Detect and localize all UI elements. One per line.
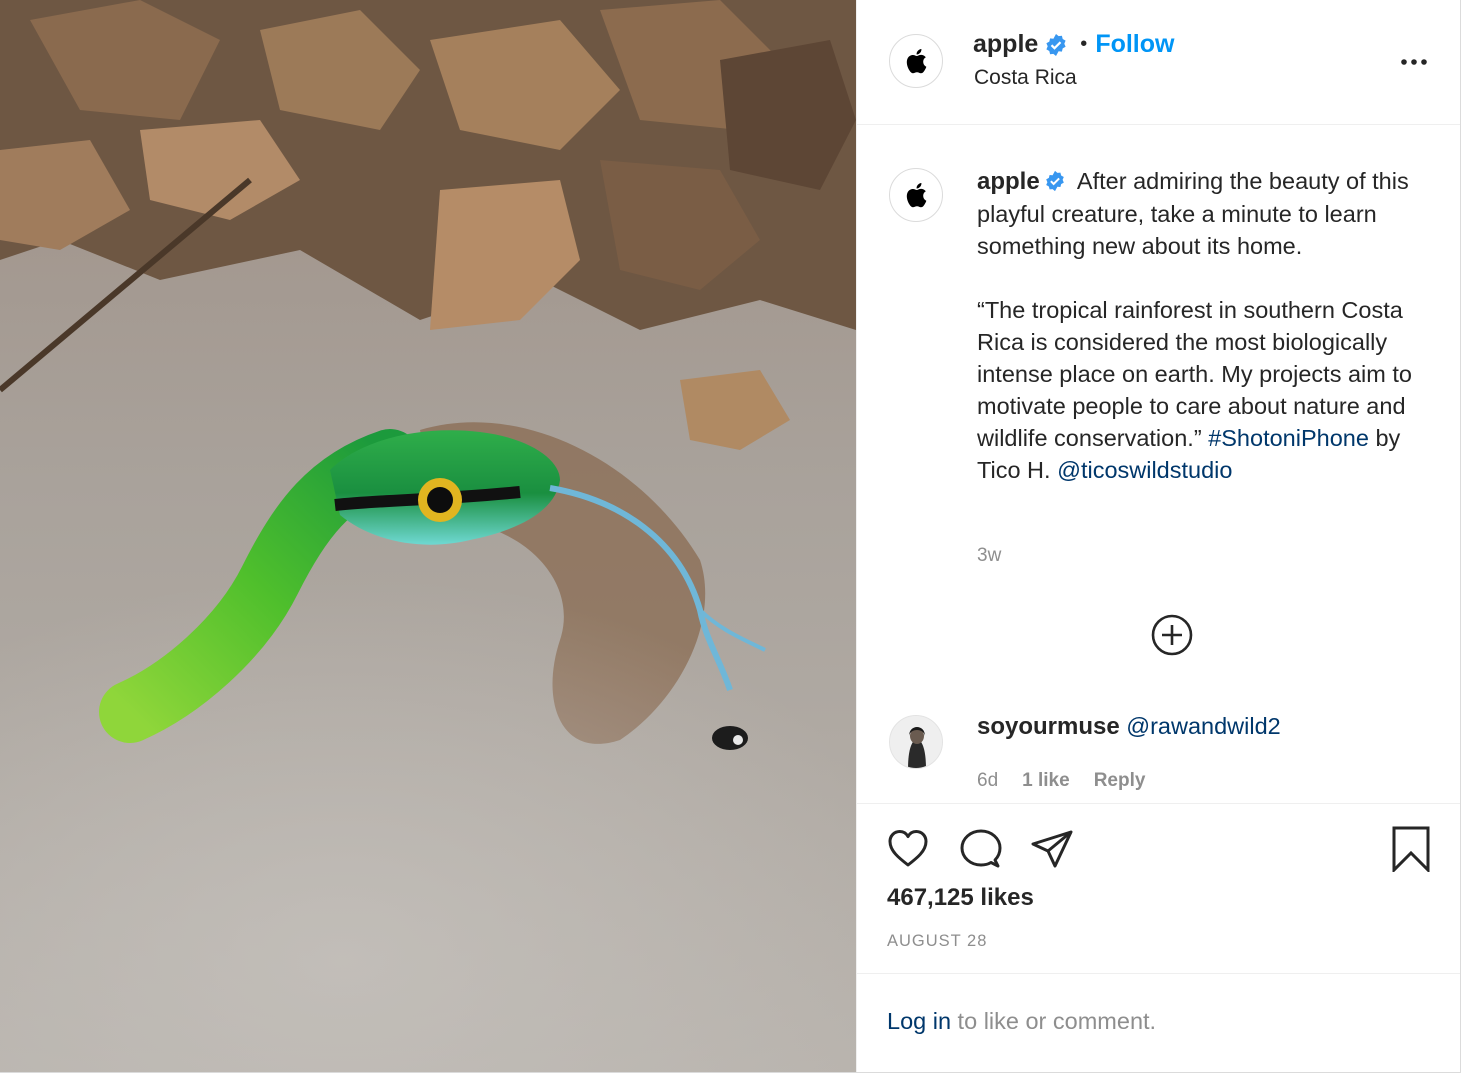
caption-hashtag-link[interactable]: #ShotoniPhone	[1208, 425, 1369, 451]
comment-meta: 6d 1 like Reply	[977, 770, 1145, 792]
caption-time-ago[interactable]: 3w	[977, 545, 1001, 567]
comment-mention-link[interactable]: @rawandwild2	[1126, 713, 1280, 739]
verified-badge-icon	[1045, 170, 1064, 192]
post-location[interactable]: Costa Rica	[974, 66, 1077, 90]
like-count[interactable]: 467,125 likes	[887, 884, 1034, 912]
follow-button[interactable]: Follow	[1095, 30, 1174, 59]
login-rest-text: to like or comment.	[951, 1008, 1157, 1034]
post-date[interactable]: AUGUST 28	[887, 932, 987, 951]
post-photo[interactable]	[0, 0, 856, 1072]
caption-mention-link[interactable]: @ticoswildstudio	[1057, 457, 1232, 483]
post-side-panel: apple • Follow Costa Rica apple After ad…	[856, 0, 1460, 1072]
comment-time-ago[interactable]: 6d	[977, 770, 998, 792]
comment-text: soyourmuse @rawandwild2	[977, 713, 1281, 741]
comment-icon[interactable]	[958, 826, 1004, 872]
heart-icon[interactable]	[885, 826, 931, 872]
comment-like-count[interactable]: 1 like	[1022, 770, 1070, 792]
post-card: apple • Follow Costa Rica apple After ad…	[0, 0, 1461, 1073]
apple-logo-icon	[906, 183, 927, 208]
author-avatar[interactable]	[889, 34, 943, 88]
caption-text-main: After admiring the beauty of this playfu…	[977, 168, 1412, 451]
commenter-avatar[interactable]	[889, 715, 943, 769]
post-caption: apple After admiring the beauty of this …	[977, 165, 1447, 486]
more-options-icon[interactable]	[1399, 52, 1429, 72]
caption-avatar[interactable]	[889, 168, 943, 222]
comments-section: apple After admiring the beauty of this …	[857, 125, 1460, 803]
login-prompt: Log in to like or comment.	[857, 973, 1460, 1072]
header-name-row: apple • Follow	[973, 30, 1174, 59]
avatar-image	[890, 716, 942, 768]
commenter-username[interactable]: soyourmuse	[977, 713, 1120, 740]
verified-badge-icon	[1046, 33, 1066, 56]
separator-dot: •	[1080, 33, 1088, 55]
caption-username[interactable]: apple	[977, 168, 1040, 195]
apple-logo-icon	[906, 49, 927, 74]
share-icon[interactable]	[1029, 826, 1075, 872]
bookmark-icon[interactable]	[1388, 826, 1434, 872]
author-username[interactable]: apple	[973, 30, 1038, 59]
comment-reply-button[interactable]: Reply	[1094, 770, 1146, 792]
login-link[interactable]: Log in	[887, 1008, 951, 1034]
post-actions: 467,125 likes AUGUST 28	[857, 803, 1460, 973]
snake-photo-illustration	[0, 0, 856, 1072]
load-more-icon[interactable]	[1150, 613, 1194, 657]
post-header: apple • Follow Costa Rica	[857, 0, 1460, 125]
